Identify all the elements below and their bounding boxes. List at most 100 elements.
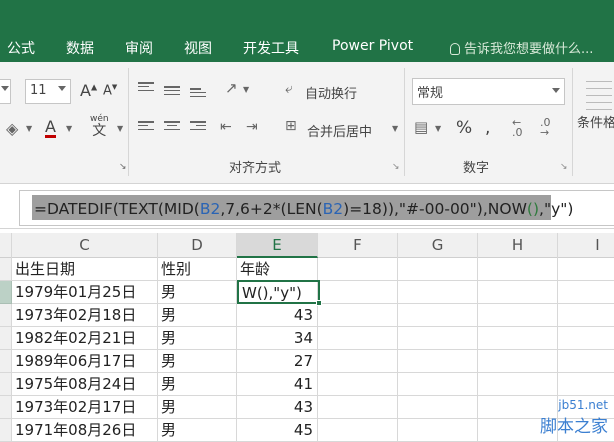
gender-cell[interactable]: 男 <box>158 350 237 372</box>
wrap-text-button[interactable]: 自动换行 <box>305 83 357 102</box>
percent-style-icon[interactable]: % <box>456 118 472 138</box>
fill-dropdown-icon[interactable]: ▼ <box>26 124 32 133</box>
row-header[interactable] <box>0 258 12 280</box>
column-header-d[interactable]: D <box>158 233 237 258</box>
birthdate-cell[interactable]: 1982年02月21日 <box>12 327 158 349</box>
header-age[interactable]: 年龄 <box>237 258 318 280</box>
merge-center-button[interactable]: 合并后居中 <box>307 121 372 140</box>
empty-cell[interactable] <box>558 327 614 349</box>
row-header[interactable] <box>0 419 12 441</box>
column-header-f[interactable]: F <box>318 233 398 258</box>
merge-dropdown-icon[interactable]: ▼ <box>392 124 398 133</box>
orientation-icon[interactable]: ↗ <box>225 79 238 97</box>
empty-cell[interactable] <box>318 304 398 326</box>
column-header-e[interactable]: E <box>237 233 318 258</box>
empty-cell[interactable] <box>318 327 398 349</box>
empty-cell[interactable] <box>478 258 558 280</box>
tab-view[interactable]: 视图 <box>184 38 212 57</box>
increase-decimal-icon[interactable]: ← .0 <box>512 117 523 138</box>
empty-cell[interactable] <box>318 419 398 441</box>
age-cell[interactable]: 41 <box>237 373 318 395</box>
header-birthdate[interactable]: 出生日期 <box>12 258 158 280</box>
align-bottom-icon[interactable] <box>190 88 206 100</box>
accounting-dropdown-icon[interactable]: ▼ <box>435 124 441 133</box>
column-header-i[interactable]: I <box>558 233 614 258</box>
align-center-icon[interactable] <box>164 121 180 133</box>
align-top-icon[interactable] <box>138 82 154 94</box>
row-header[interactable] <box>0 327 12 349</box>
birthdate-cell[interactable]: 1971年08月26日 <box>12 419 158 441</box>
number-launcher-icon[interactable]: ↘ <box>560 162 568 172</box>
gender-cell[interactable]: 男 <box>158 304 237 326</box>
comma-style-icon[interactable]: , <box>485 118 490 138</box>
tab-review[interactable]: 审阅 <box>125 38 153 57</box>
gender-cell[interactable]: 男 <box>158 419 237 441</box>
font-name-combo[interactable] <box>0 79 11 104</box>
decrease-indent-icon[interactable]: ⇤ <box>220 119 232 135</box>
gender-cell[interactable]: 男 <box>158 396 237 418</box>
row-header[interactable] <box>0 396 12 418</box>
birthdate-cell[interactable]: 1979年01月25日 <box>12 281 158 303</box>
shrink-font-button[interactable]: A▼ <box>103 83 117 98</box>
age-cell[interactable]: 43 <box>237 396 318 418</box>
empty-cell[interactable] <box>398 304 478 326</box>
age-cell[interactable]: 43 <box>237 304 318 326</box>
age-cell[interactable]: 34 <box>237 327 318 349</box>
column-header-h[interactable]: H <box>478 233 558 258</box>
empty-cell[interactable] <box>318 281 398 303</box>
row-header[interactable] <box>0 373 12 395</box>
empty-cell[interactable] <box>398 281 478 303</box>
tab-power-pivot[interactable]: Power Pivot <box>332 38 413 56</box>
birthdate-cell[interactable]: 1973年02月18日 <box>12 304 158 326</box>
tab-developer[interactable]: 开发工具 <box>243 38 299 57</box>
grow-font-button[interactable]: A▲ <box>80 81 97 100</box>
empty-cell[interactable] <box>318 258 398 280</box>
gender-cell[interactable]: 男 <box>158 327 237 349</box>
phonetic-button[interactable]: wén 文 <box>90 114 109 139</box>
empty-cell[interactable] <box>318 350 398 372</box>
empty-cell[interactable] <box>558 373 614 395</box>
increase-indent-icon[interactable]: ⇥ <box>246 119 258 135</box>
empty-cell[interactable] <box>398 396 478 418</box>
empty-cell[interactable] <box>478 350 558 372</box>
empty-cell[interactable] <box>398 373 478 395</box>
tab-formulas[interactable]: 公式 <box>7 38 35 57</box>
orientation-dropdown-icon[interactable]: ▼ <box>243 85 249 94</box>
birthdate-cell[interactable]: 1989年06月17日 <box>12 350 158 372</box>
fill-handle[interactable] <box>316 300 322 306</box>
fill-color-icon[interactable]: ◈ <box>6 119 18 138</box>
birthdate-cell[interactable]: 1973年02月17日 <box>12 396 158 418</box>
row-header[interactable] <box>0 304 12 326</box>
empty-cell[interactable] <box>398 327 478 349</box>
age-cell[interactable]: 45 <box>237 419 318 441</box>
column-header-c[interactable]: C <box>12 233 158 258</box>
font-launcher-icon[interactable]: ↘ <box>119 162 127 172</box>
gender-cell[interactable]: 男 <box>158 281 237 303</box>
tell-me-box[interactable]: 告诉我您想要做什么... <box>450 38 593 57</box>
empty-cell[interactable] <box>478 327 558 349</box>
empty-cell[interactable] <box>558 350 614 372</box>
font-color-button[interactable]: A <box>45 118 56 138</box>
alignment-launcher-icon[interactable]: ↘ <box>392 162 400 172</box>
align-right-icon[interactable] <box>190 121 206 133</box>
age-cell[interactable]: 27 <box>237 350 318 372</box>
phonetic-dropdown-icon[interactable]: ▼ <box>117 124 123 133</box>
empty-cell[interactable] <box>558 304 614 326</box>
font-color-dropdown-icon[interactable]: ▼ <box>66 124 72 133</box>
empty-cell[interactable] <box>478 281 558 303</box>
empty-cell[interactable] <box>398 350 478 372</box>
column-header-g[interactable]: G <box>398 233 478 258</box>
font-size-combo[interactable]: 11 <box>25 79 71 104</box>
empty-cell[interactable] <box>398 419 478 441</box>
gender-cell[interactable]: 男 <box>158 373 237 395</box>
empty-cell[interactable] <box>558 258 614 280</box>
formula-input[interactable]: =DATEDIF(TEXT(MID(B2,7,6+2*(LEN(B2)=18))… <box>19 190 614 226</box>
empty-cell[interactable] <box>318 373 398 395</box>
header-gender[interactable]: 性别 <box>158 258 237 280</box>
birthdate-cell[interactable]: 1975年08月24日 <box>12 373 158 395</box>
number-format-combo[interactable]: 常规 <box>412 78 565 105</box>
empty-cell[interactable] <box>398 258 478 280</box>
empty-cell[interactable] <box>478 304 558 326</box>
active-cell-e2[interactable]: W(),"y") <box>237 280 320 304</box>
empty-cell[interactable] <box>558 281 614 303</box>
